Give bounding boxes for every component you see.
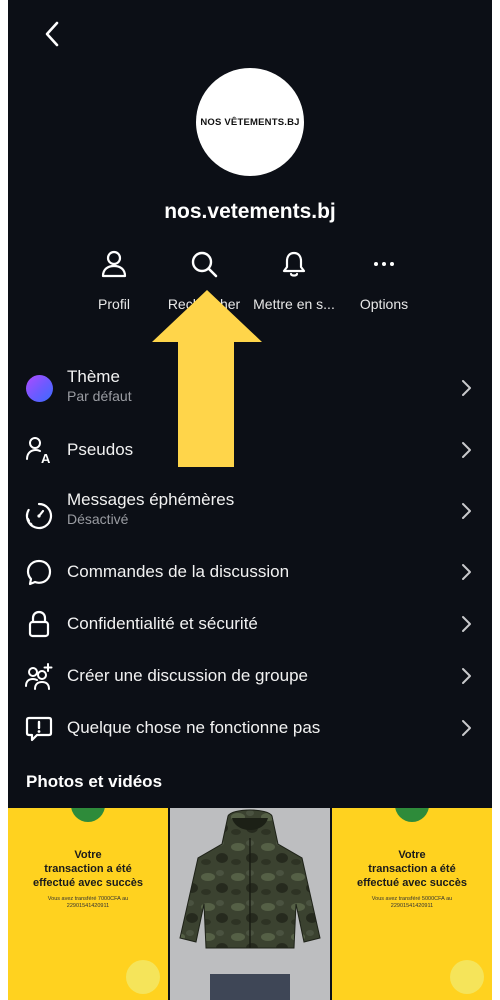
alert-bubble-icon bbox=[24, 713, 54, 743]
transaction-detail: Vous avez transféré 5000CFA au 229015414… bbox=[332, 896, 492, 910]
search-icon bbox=[191, 251, 218, 278]
chevron-right-icon bbox=[462, 503, 471, 519]
theme-subtitle: Par défaut bbox=[67, 388, 132, 404]
nicknames-title: Pseudos bbox=[67, 440, 134, 459]
disappearing-subtitle: Désactivé bbox=[67, 511, 129, 527]
headline-line-3: effectué avec succès bbox=[32, 877, 144, 889]
conversation-details-screen: NOS VÊTEMENTS.BJ nos.vetements.bj Profil… bbox=[8, 0, 492, 1000]
detail-line-1: Vous avez transféré 7000CFA au bbox=[47, 896, 129, 902]
media-tile[interactable]: Votre transaction a été effectué avec su… bbox=[8, 808, 168, 1000]
chevron-right-icon bbox=[462, 720, 471, 736]
report-problem-row[interactable]: Quelque chose ne fonctionne pas bbox=[8, 706, 492, 750]
privacy-row[interactable]: Confidentialité et sécurité bbox=[8, 602, 492, 646]
chevron-right-icon bbox=[462, 564, 471, 580]
more-icon bbox=[374, 262, 394, 266]
headline-line-2: transaction a été bbox=[368, 863, 456, 875]
svg-text:A: A bbox=[41, 451, 51, 465]
logo-blob bbox=[71, 808, 105, 822]
chevron-right-icon bbox=[462, 380, 471, 396]
profile-label: Profil bbox=[98, 296, 130, 312]
create-group-title: Créer une discussion de groupe bbox=[67, 666, 308, 685]
headline-line-2: transaction a été bbox=[44, 863, 132, 875]
person-icon bbox=[101, 250, 127, 278]
profile-button[interactable]: Profil bbox=[64, 244, 164, 314]
chevron-right-icon bbox=[462, 616, 471, 632]
chevron-left-icon bbox=[45, 21, 59, 47]
nickname-icon: A bbox=[24, 435, 54, 465]
hoodie-photo bbox=[170, 808, 330, 1000]
logo-blob bbox=[395, 808, 429, 822]
username: nos.vetements.bj bbox=[164, 200, 336, 223]
headline-line-3: effectué avec succès bbox=[356, 877, 468, 889]
yellow-up-arrow bbox=[152, 290, 262, 467]
chat-commands-title: Commandes de la discussion bbox=[67, 562, 290, 581]
detail-line-2: 22901541420911 bbox=[390, 903, 434, 909]
detail-line-1: Vous avez transféré 5000CFA au bbox=[371, 896, 453, 902]
options-button[interactable]: Options bbox=[334, 244, 434, 314]
logo-blob bbox=[126, 960, 160, 994]
headline-line-1: Votre bbox=[398, 849, 426, 861]
detail-line-2: 22901541420911 bbox=[66, 903, 110, 909]
chat-bubble-icon bbox=[24, 557, 54, 587]
chat-commands-row[interactable]: Commandes de la discussion bbox=[8, 550, 492, 594]
lock-icon bbox=[24, 609, 54, 639]
media-grid: Votre transaction a été effectué avec su… bbox=[8, 808, 492, 1000]
transaction-headline: Votre transaction a été effectué avec su… bbox=[332, 848, 492, 890]
privacy-title: Confidentialité et sécurité bbox=[67, 614, 258, 633]
add-group-icon bbox=[24, 661, 54, 691]
transaction-headline: Votre transaction a été effectué avec su… bbox=[8, 848, 168, 890]
report-problem-title: Quelque chose ne fonctionne pas bbox=[67, 718, 321, 737]
create-group-row[interactable]: Créer une discussion de groupe bbox=[8, 654, 492, 698]
chevron-right-icon bbox=[462, 668, 471, 684]
options-label: Options bbox=[359, 296, 409, 312]
media-tile[interactable] bbox=[170, 808, 330, 1000]
bell-icon bbox=[282, 251, 306, 277]
timer-icon bbox=[24, 501, 54, 531]
media-section-title: Photos et vidéos bbox=[26, 772, 163, 791]
theme-swatch-icon bbox=[24, 373, 54, 403]
avatar[interactable]: NOS VÊTEMENTS.BJ bbox=[196, 68, 304, 176]
headline-line-1: Votre bbox=[74, 849, 102, 861]
theme-title: Thème bbox=[67, 367, 120, 386]
disappearing-messages-row[interactable]: Messages éphémères Désactivé bbox=[8, 486, 492, 542]
back-button[interactable] bbox=[34, 16, 70, 52]
avatar-logo-text: NOS VÊTEMENTS.BJ bbox=[200, 116, 300, 128]
transaction-detail: Vous avez transféré 7000CFA au 229015414… bbox=[8, 896, 168, 910]
logo-blob bbox=[450, 960, 484, 994]
media-tile[interactable]: Votre transaction a été effectué avec su… bbox=[332, 808, 492, 1000]
disappearing-title: Messages éphémères bbox=[67, 490, 235, 509]
chevron-right-icon bbox=[462, 442, 471, 458]
